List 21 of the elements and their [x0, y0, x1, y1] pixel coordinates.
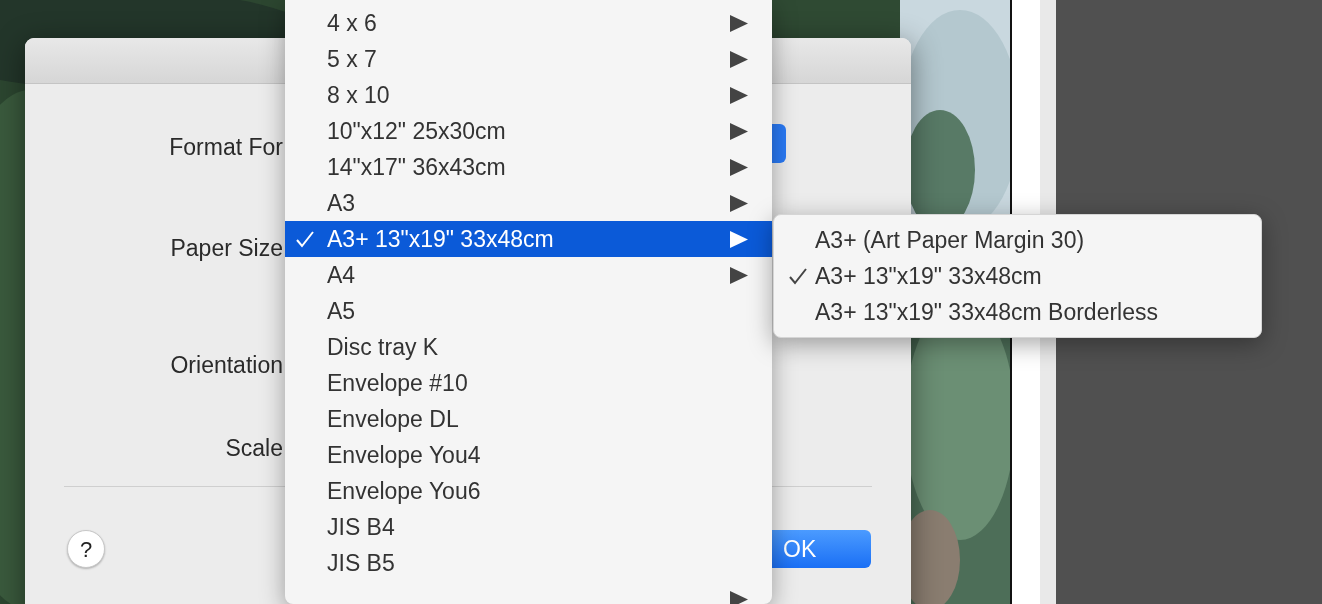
field-label: Orientation: [170, 351, 283, 380]
field-label: Format For: [169, 133, 283, 162]
menu-item[interactable]: 8 x 10: [285, 77, 772, 113]
help-button[interactable]: ?: [67, 530, 105, 568]
menu-item[interactable]: 14"x17" 36x43cm: [285, 149, 772, 185]
menu-item[interactable]: Envelope You4: [285, 437, 772, 473]
menu-item[interactable]: 10"x12" 25x30cm: [285, 113, 772, 149]
menu-item[interactable]: A3: [285, 185, 772, 221]
menu-item[interactable]: Envelope DL: [285, 401, 772, 437]
menu-item[interactable]: A3+ 13"x19" 33x48cm: [285, 221, 772, 257]
menu-item[interactable]: A3+ (Art Paper Margin 30): [774, 222, 1261, 258]
menu-item[interactable]: A3+ 13"x19" 33x48cm Borderless: [774, 294, 1261, 330]
menu-item[interactable]: 4 x 6: [285, 5, 772, 41]
menu-item[interactable]: Disc tray K: [285, 329, 772, 365]
menu-item[interactable]: A4: [285, 257, 772, 293]
menu-item[interactable]: A3+ 13"x19" 33x48cm: [774, 258, 1261, 294]
field-label: Paper Size: [170, 233, 283, 263]
menu-item[interactable]: Envelope You6: [285, 473, 772, 509]
menu-item[interactable]: A5: [285, 293, 772, 329]
menu-item[interactable]: Envelope #10: [285, 365, 772, 401]
field-label: Scale: [225, 433, 283, 463]
